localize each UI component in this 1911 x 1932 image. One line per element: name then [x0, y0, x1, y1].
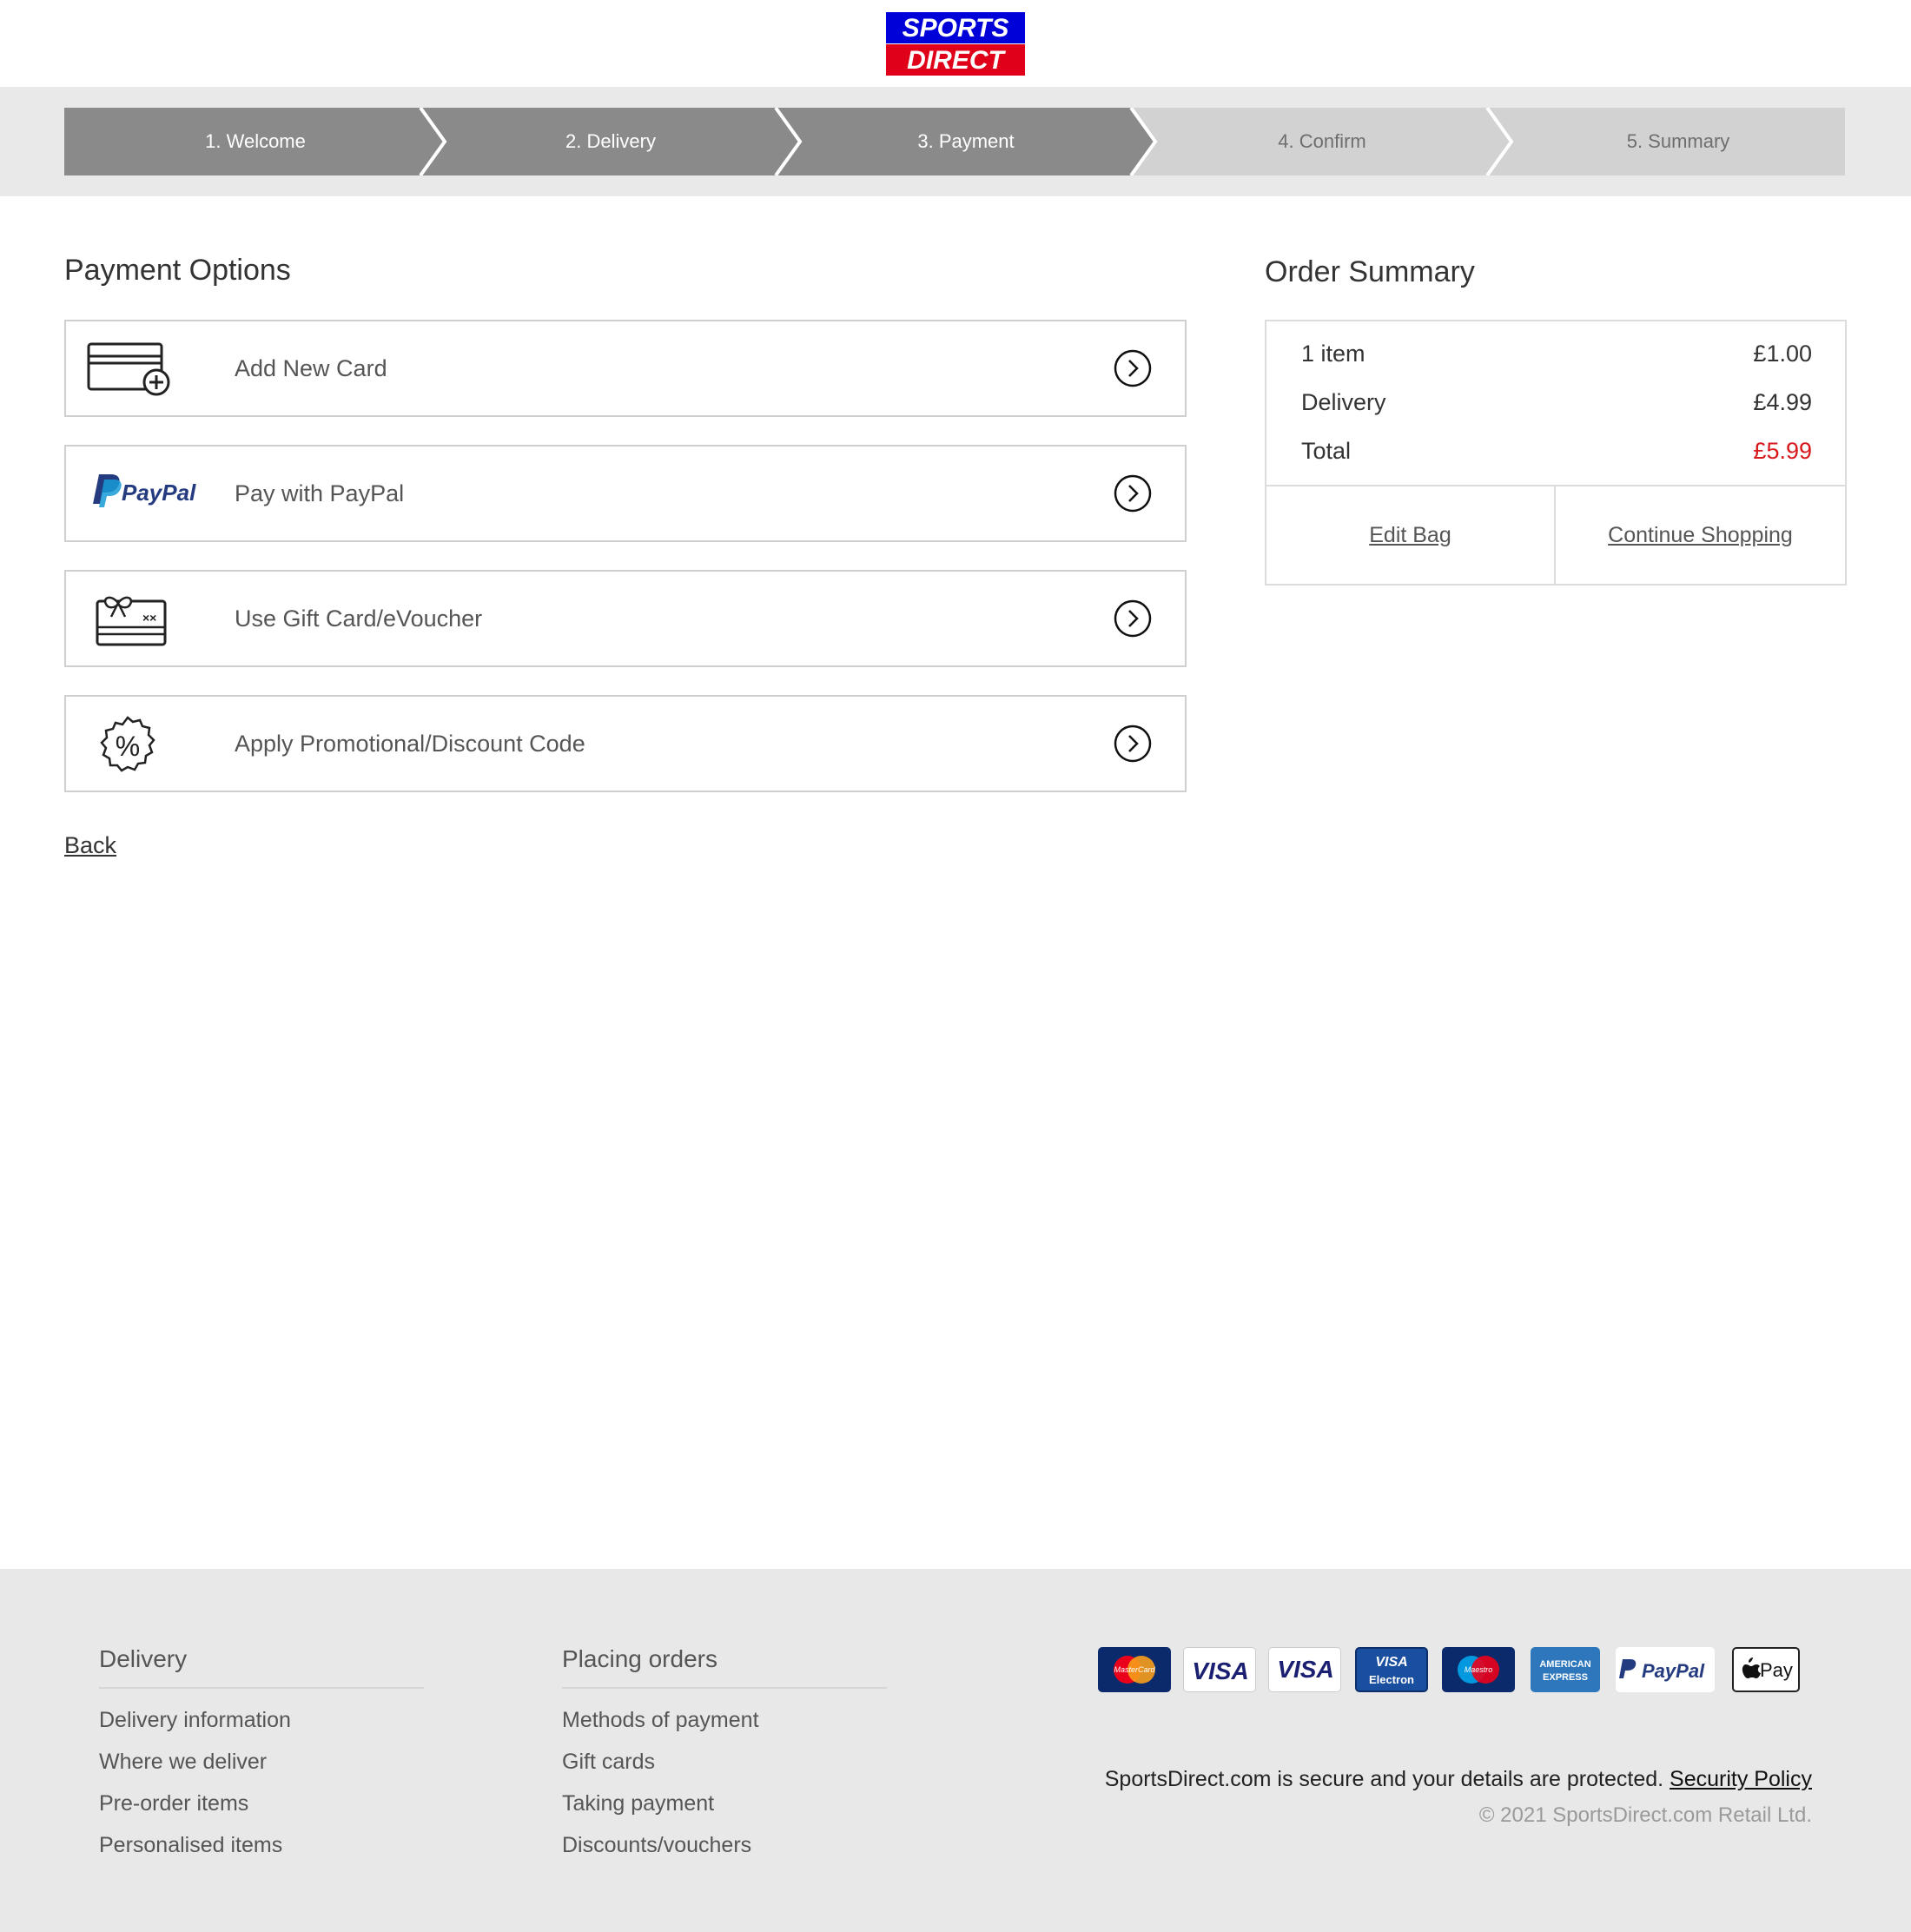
checkout-progress: 1. Welcome 2. Delivery 3. Payment 4. Con… — [64, 108, 1845, 175]
svg-text:Electron: Electron — [1369, 1673, 1414, 1686]
credit-card-add-icon — [87, 341, 174, 396]
paypal-label: Pay with PayPal — [235, 480, 405, 506]
site-footer — [0, 1569, 1911, 1932]
security-statement-text: SportsDirect.com is secure and your deta… — [1104, 1767, 1664, 1791]
payment-options-title: Payment Options — [64, 254, 291, 287]
svg-text:EXPRESS: EXPRESS — [1543, 1672, 1588, 1683]
step-payment: 3. Payment — [917, 130, 1015, 152]
gift-card-icon: ×× — [96, 591, 182, 646]
continue-shopping-link[interactable]: Continue Shopping — [1556, 486, 1845, 584]
footer-link-methods-of-payment[interactable]: Methods of payment — [562, 1708, 759, 1733]
back-link[interactable]: Back — [64, 832, 116, 859]
step-welcome[interactable]: 1. Welcome — [125, 108, 386, 175]
chevron-right-circle-icon — [1114, 724, 1152, 763]
footer-link-taking-payment[interactable]: Taking payment — [562, 1791, 714, 1816]
mastercard-badge: MasterCard — [1098, 1647, 1171, 1692]
security-policy-link[interactable]: Security Policy — [1670, 1767, 1812, 1791]
promo-code-label: Apply Promotional/Discount Code — [235, 731, 585, 757]
footer-divider — [99, 1687, 424, 1689]
footer-link-gift-cards[interactable]: Gift cards — [562, 1750, 655, 1775]
promo-code-option[interactable]: % Apply Promotional/Discount Code — [64, 695, 1187, 792]
add-new-card-label: Add New Card — [235, 355, 387, 381]
step-confirm: 4. Confirm — [1278, 130, 1366, 152]
add-new-card-option[interactable]: Add New Card — [64, 320, 1187, 417]
copyright: © 2021 SportsDirect.com Retail Ltd. — [1478, 1803, 1812, 1827]
delivery-label: Delivery — [1301, 389, 1386, 415]
american-express-badge: AMERICAN EXPRESS — [1531, 1647, 1600, 1692]
footer-link-discounts-vouchers[interactable]: Discounts/vouchers — [562, 1833, 751, 1858]
total-label: Total — [1301, 438, 1352, 464]
step-delivery[interactable]: 2. Delivery — [480, 108, 741, 175]
svg-text:Maestro: Maestro — [1465, 1665, 1493, 1674]
visa-debit-badge: VISA — [1268, 1647, 1341, 1692]
step-summary: 5. Summary — [1626, 130, 1730, 152]
items-label: 1 item — [1301, 341, 1365, 367]
chevron-right-circle-icon — [1114, 474, 1152, 513]
footer-link-where-we-deliver[interactable]: Where we deliver — [99, 1750, 267, 1775]
footer-link-pre-order-items[interactable]: Pre-order items — [99, 1791, 248, 1816]
items-value: £1.00 — [1753, 341, 1812, 367]
footer-placing-orders-title: Placing orders — [562, 1645, 717, 1672]
svg-text:Pay: Pay — [1760, 1659, 1793, 1681]
svg-text:MasterCard: MasterCard — [1114, 1665, 1155, 1674]
summary-row-delivery: Delivery £4.99 — [1301, 389, 1812, 424]
apple-pay-badge: Pay — [1732, 1647, 1800, 1692]
svg-text:AMERICAN: AMERICAN — [1539, 1659, 1590, 1670]
maestro-badge: Maestro — [1442, 1647, 1515, 1692]
footer-divider — [562, 1687, 887, 1689]
chevron-right-circle-icon — [1114, 349, 1152, 387]
sports-direct-logo[interactable]: SPORTS DIRECT — [886, 12, 1025, 76]
delivery-value: £4.99 — [1753, 389, 1812, 415]
security-statement: SportsDirect.com is secure and your deta… — [1105, 1767, 1812, 1792]
footer-delivery-title: Delivery — [99, 1645, 188, 1672]
edit-bag-link[interactable]: Edit Bag — [1266, 486, 1554, 584]
svg-text:VISA: VISA — [1277, 1656, 1333, 1683]
svg-text:PayPal: PayPal — [1642, 1660, 1705, 1682]
gift-card-option[interactable]: ×× Use Gift Card/eVoucher — [64, 570, 1187, 667]
total-value: £5.99 — [1753, 438, 1812, 464]
logo-text-line1: SPORTS — [903, 14, 1009, 43]
chevron-right-circle-icon — [1114, 599, 1152, 638]
visa-badge: VISA — [1183, 1647, 1256, 1692]
logo-text-line2: DIRECT — [907, 46, 1006, 75]
svg-text:VISA: VISA — [1192, 1657, 1248, 1684]
summary-row-total: Total £5.99 — [1301, 438, 1812, 473]
paypal-option[interactable]: PayPal Pay with PayPal — [64, 445, 1187, 542]
svg-text:%: % — [116, 731, 140, 762]
footer-link-personalised-items[interactable]: Personalised items — [99, 1833, 282, 1858]
visa-electron-badge: VISA Electron — [1355, 1647, 1428, 1692]
summary-row-items: 1 item £1.00 — [1301, 341, 1812, 375]
svg-text:××: ×× — [142, 611, 156, 625]
paypal-badge: PayPal — [1616, 1647, 1715, 1692]
svg-text:VISA: VISA — [1375, 1655, 1407, 1670]
gift-card-label: Use Gift Card/eVoucher — [235, 605, 483, 632]
order-summary-box: 1 item £1.00 Delivery £4.99 Total £5.99 … — [1265, 320, 1847, 586]
order-summary-title: Order Summary — [1265, 255, 1475, 288]
paypal-logo-text: PayPal — [122, 480, 196, 506]
percent-badge-icon: % — [97, 716, 158, 777]
paypal-logo: PayPal — [92, 469, 205, 518]
footer-link-delivery-information[interactable]: Delivery information — [99, 1708, 291, 1733]
